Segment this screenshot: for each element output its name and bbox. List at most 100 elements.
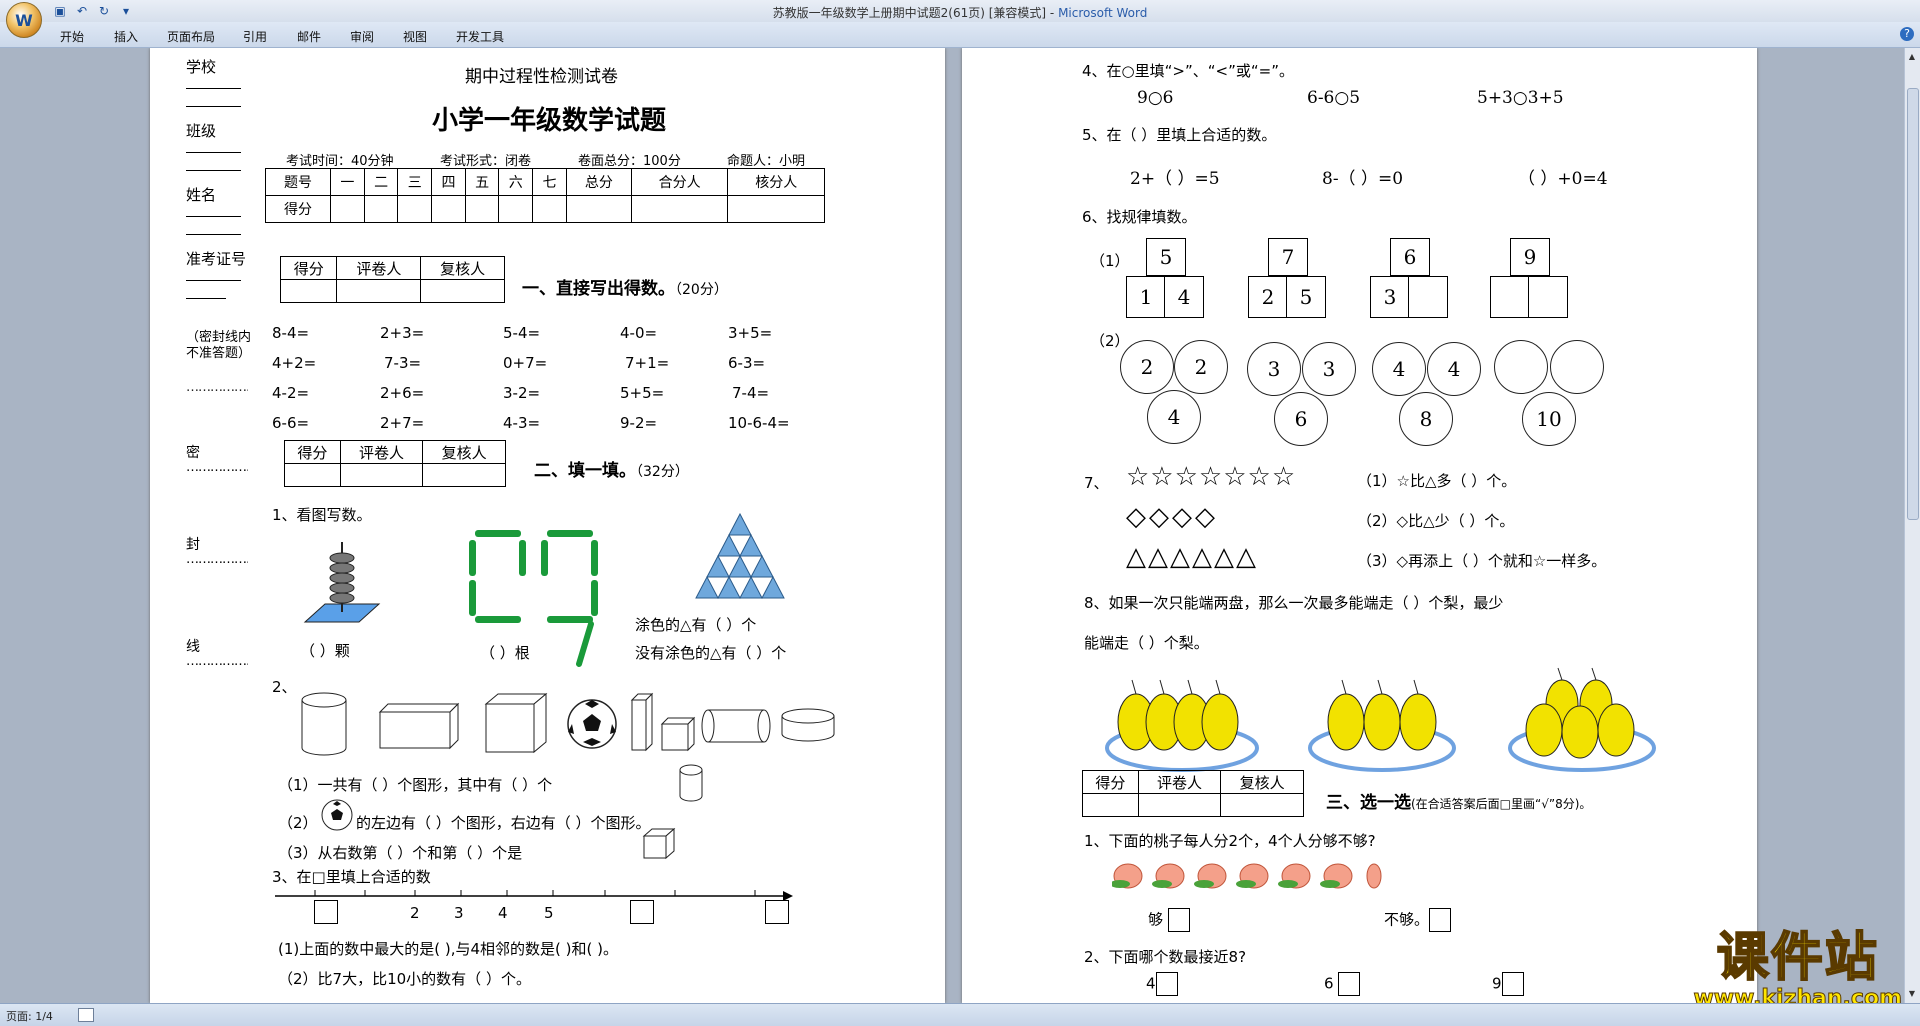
tab-view[interactable]: 视图 [403, 28, 427, 45]
section2-title: 二、填一填。（32分） [534, 456, 689, 481]
peach-icon [1366, 863, 1382, 889]
peach-icon [1194, 863, 1227, 889]
tab-home[interactable]: 开始 [60, 28, 84, 45]
house-right: 5 [1286, 276, 1326, 318]
number-line-blank[interactable] [630, 900, 654, 924]
problem: 3+5= [728, 324, 773, 342]
tab-mailings[interactable]: 邮件 [297, 28, 321, 45]
q7-a3: （3）◇再添上（ ）个就和☆一样多。 [1357, 552, 1607, 570]
q3-label: 3、在□里填上合适的数 [272, 868, 431, 886]
checkbox-9[interactable] [1501, 972, 1524, 996]
number-line-blank[interactable] [314, 900, 338, 924]
section1-title-text: 一、直接写出得数。 [522, 279, 675, 299]
table-cell[interactable] [1137, 793, 1222, 817]
exam-format: 考试形式：闭卷 [440, 154, 532, 169]
tab-insert[interactable]: 插入 [114, 28, 138, 45]
seal-char-feng: 封 [186, 537, 200, 553]
tab-review[interactable]: 审阅 [350, 28, 374, 45]
q4-title: 4、在○里填“>”、“<”或“=”。 [1082, 62, 1294, 80]
number-line-label: 4 [498, 904, 508, 922]
section1-score: （20分） [675, 282, 728, 298]
q7-a2: （2）◇比△少（ ）个。 [1357, 512, 1515, 530]
checkbox-not-enough[interactable] [1429, 908, 1452, 932]
table-cell: 四 [431, 168, 466, 196]
table-cell[interactable] [336, 279, 422, 303]
page-indicator[interactable]: 页面: 1/4 [6, 1008, 53, 1024]
score-cell[interactable] [532, 195, 567, 223]
score-cell[interactable] [630, 195, 729, 223]
office-button[interactable]: W [6, 2, 42, 38]
circle-number[interactable] [1494, 340, 1548, 394]
option-enough-label: 够 [1148, 910, 1164, 929]
number-line-label: 3 [454, 904, 464, 922]
proofing-icon[interactable] [78, 1008, 94, 1022]
table-cell[interactable] [284, 463, 341, 487]
q2-a1: （1）一共有（ ）个图形，其中有（ ）个 [278, 776, 553, 794]
shapes-row [301, 692, 835, 756]
q6-title: 6、找规律填数。 [1082, 208, 1197, 226]
number-line-label: 2 [410, 904, 420, 922]
number-line-blank[interactable] [765, 900, 789, 924]
score-table-header-row: 题号 一 二 三 四 五 六 七 总分 合分人 核分人 [264, 168, 825, 196]
problem: 6-6= [272, 414, 310, 432]
score-cell[interactable] [397, 195, 433, 223]
table-cell: 得分 [264, 195, 332, 223]
score-cell[interactable] [363, 195, 399, 223]
score-cell[interactable] [727, 195, 825, 223]
number-line-label: 5 [544, 904, 554, 922]
score-cell[interactable] [498, 195, 534, 223]
vertical-scrollbar[interactable]: ▲ ▼ [1904, 48, 1920, 1003]
scroll-up-icon[interactable]: ▲ [1907, 52, 1917, 62]
document-title: 苏教版一年级数学上册期中试题2(61页) [兼容模式] [772, 6, 1047, 20]
house-right: 4 [1164, 276, 1204, 318]
circle-number[interactable] [1550, 340, 1604, 394]
peach-icon [1112, 863, 1143, 889]
option-9: 9 [1492, 972, 1524, 996]
problem: 10-6-4= [728, 414, 790, 432]
tab-references[interactable]: 引用 [243, 28, 267, 45]
exam-title: 小学一年级数学试题 [431, 106, 666, 136]
unshaded-triangle-question: 没有涂色的△有（ ）个 [635, 644, 787, 662]
table-cell: 复核人 [1220, 770, 1304, 794]
score-cell[interactable] [431, 195, 466, 223]
stars-row: ☆☆☆☆☆☆☆ [1126, 462, 1297, 492]
problem: 4-0= [620, 324, 658, 342]
table-cell: 评卷人 [339, 440, 424, 464]
section2-title-text: 二、填一填。 [534, 461, 636, 481]
cylinder-icon [301, 692, 347, 756]
circle-number: 3 [1247, 342, 1301, 396]
checkbox-6[interactable] [1338, 972, 1361, 996]
abacus-icon [303, 542, 381, 623]
problem: 6-3= [728, 354, 766, 372]
small-cube-icon [660, 716, 696, 752]
table-cell[interactable] [1220, 793, 1304, 817]
table-cell: 复核人 [422, 440, 506, 464]
table-cell[interactable] [339, 463, 424, 487]
house-right[interactable] [1408, 276, 1448, 318]
score-cell[interactable] [565, 195, 632, 223]
house-left[interactable] [1490, 276, 1530, 318]
problem: 8-4= [272, 324, 310, 342]
scrollbar-thumb[interactable] [1907, 88, 1919, 520]
table-cell[interactable] [420, 279, 505, 303]
table-cell: 核分人 [727, 168, 825, 196]
seal-note: （密封线内不准答题） [186, 330, 252, 361]
field-line [186, 280, 241, 281]
tab-page-layout[interactable]: 页面布局 [167, 28, 215, 45]
score-cell[interactable] [330, 195, 365, 223]
scroll-down-icon[interactable]: ▼ [1907, 989, 1917, 999]
grader-table-2: 得分 评卷人 复核人 [284, 440, 506, 487]
checkbox-enough[interactable] [1167, 908, 1190, 932]
field-line [186, 152, 241, 153]
house-top: 6 [1390, 238, 1430, 276]
house-right[interactable] [1528, 276, 1568, 318]
tab-developer[interactable]: 开发工具 [456, 28, 504, 45]
score-cell[interactable] [464, 195, 500, 223]
help-icon[interactable]: ? [1900, 27, 1914, 41]
checkbox-4[interactable] [1155, 972, 1178, 996]
table-cell[interactable] [279, 279, 338, 303]
horizontal-cylinder-icon [701, 709, 771, 743]
table-cell[interactable] [422, 463, 506, 487]
table-cell: 二 [363, 168, 399, 196]
table-cell[interactable] [1082, 793, 1139, 817]
